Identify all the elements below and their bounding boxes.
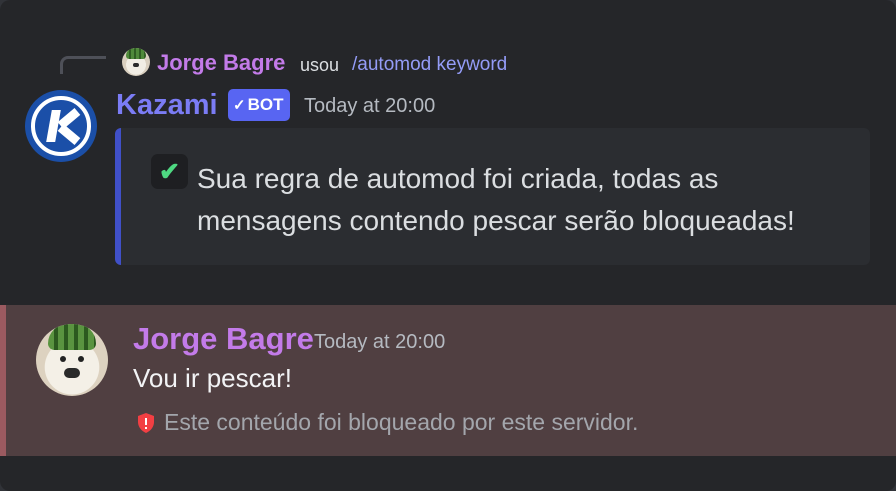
dog-nose [64, 368, 80, 378]
reply-avatar[interactable] [122, 48, 150, 76]
embed-description: Sua regra de automod foi criada, todas a… [197, 163, 795, 236]
message-content: Vou ir pescar! [133, 363, 292, 393]
verified-check-icon: ✓ [233, 96, 246, 114]
user-avatar[interactable] [36, 324, 108, 396]
reply-reference[interactable]: Jorge Bagre usou /automod keyword [60, 46, 620, 80]
chat-window: Jorge Bagre usou /automod keyword Kazami… [0, 0, 896, 491]
bot-badge-label: BOT [247, 95, 284, 114]
dog-nose [133, 63, 139, 67]
user-author-name[interactable]: Jorge Bagre [133, 321, 314, 357]
watermelon-hat [126, 48, 146, 59]
blocked-notice-text: Este conteúdo foi bloqueado por este ser… [164, 409, 639, 435]
bot-avatar[interactable] [25, 90, 97, 162]
blocked-message: Jorge Bagre Today at 20:00 Vou ir pescar… [0, 305, 896, 456]
bot-author-name[interactable]: Kazami [116, 89, 218, 122]
reply-used-label: usou [300, 55, 340, 75]
bot-timestamp[interactable]: Today at 20:00 [304, 95, 435, 118]
blocked-notice: Este conteúdo foi bloqueado por este ser… [136, 409, 638, 436]
embed: ✔ Sua regra de automod foi criada, todas… [115, 128, 870, 265]
shield-alert-icon [138, 412, 154, 433]
reply-spine [60, 56, 106, 74]
check-icon: ✔ [151, 154, 188, 189]
watermelon-hat [48, 324, 96, 350]
reply-author-name[interactable]: Jorge Bagre [157, 50, 285, 76]
user-timestamp[interactable]: Today at 20:00 [314, 331, 445, 354]
bot-badge: ✓ BOT [228, 89, 291, 121]
reply-command[interactable]: /automod keyword [352, 54, 507, 76]
dog-eye [60, 356, 66, 362]
dog-eye [78, 356, 84, 362]
